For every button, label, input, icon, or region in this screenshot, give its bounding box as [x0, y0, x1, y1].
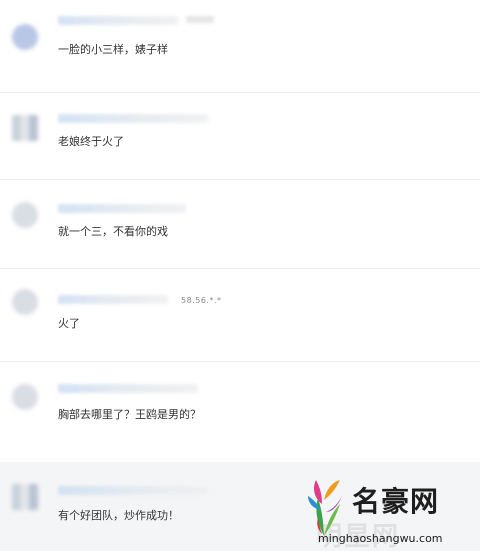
comment-item: 老娘终于火了: [0, 93, 480, 179]
comment-text: 老娘终于火了: [58, 135, 124, 148]
avatar[interactable]: [12, 202, 38, 228]
comment-text: 有个好团队，炒作成功！: [58, 509, 179, 522]
username-blurred[interactable]: [58, 204, 186, 213]
avatar[interactable]: [12, 484, 38, 510]
username-blurred[interactable]: [58, 114, 208, 123]
username-blurred[interactable]: [58, 384, 198, 393]
comment-item: 58.56.*.* 火了: [0, 269, 480, 361]
comment-item: 一脸的小三样，婊子样: [0, 0, 480, 92]
ip-address: 58.56.*.*: [181, 296, 222, 305]
meta-blurred: [186, 16, 214, 23]
comment-item: 就一个三，不看你的戏: [0, 180, 480, 268]
comment-item: 胸部去哪里了？王鸥是男的？: [0, 362, 480, 461]
watermark-title: 名豪网: [352, 485, 440, 518]
watermark-url: minghaoshangwu.com: [318, 532, 443, 545]
watermark: 明星网 名豪网 minghaoshangwu.com: [300, 470, 476, 552]
comment-text: 胸部去哪里了？王鸥是男的？: [58, 408, 201, 421]
avatar[interactable]: [12, 384, 38, 410]
watermark-logo-icon: [308, 480, 342, 536]
avatar[interactable]: [12, 115, 38, 141]
avatar[interactable]: [12, 289, 38, 315]
username-blurred[interactable]: [58, 486, 208, 495]
comment-text: 就一个三，不看你的戏: [58, 225, 168, 238]
username-blurred[interactable]: [58, 295, 168, 304]
comment-text: 一脸的小三样，婊子样: [58, 43, 168, 56]
avatar[interactable]: [12, 24, 38, 50]
comment-text: 火了: [58, 317, 80, 330]
username-blurred[interactable]: [58, 16, 178, 25]
